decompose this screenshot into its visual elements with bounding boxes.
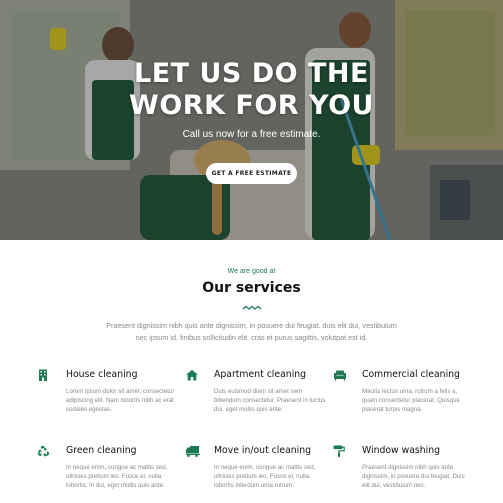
section-title: Our services [202, 280, 301, 296]
hero-title-line-2: WORK FOR YOU [129, 90, 374, 121]
section-pre-title: We are good at [227, 268, 276, 275]
service-description: In neque enim, congue ac mattis sed, ult… [214, 464, 316, 490]
hero-title-line-1: LET US DO THE [134, 58, 369, 89]
service-description: Duis euismod diam sit amet sem bibendum … [214, 388, 326, 414]
hero-subtitle: Call us now for a free estimate. [182, 129, 321, 140]
hero-banner: LET US DO THE WORK FOR YOU Call us now f… [0, 0, 503, 240]
truck-icon [186, 446, 200, 457]
service-description: Mauris lectus urna, rutrum a felis a, qu… [362, 388, 460, 414]
service-commercial-cleaning[interactable]: Commercial cleaning Mauris lectus urna, … [333, 369, 473, 419]
service-title: Commercial cleaning [362, 369, 460, 380]
hero-content: LET US DO THE WORK FOR YOU Call us now f… [0, 0, 503, 240]
service-window-washing[interactable]: Window washing Praesent dignissim nibh q… [333, 445, 473, 495]
recycle-icon [37, 446, 50, 457]
service-title: House cleaning [66, 369, 138, 380]
service-description: Lorem ipsum dolor sit amet, consectetur … [66, 388, 175, 414]
service-move-in-out-cleaning[interactable]: Move in/out cleaning In neque enim, cong… [185, 445, 325, 495]
service-description: In neque enim, congue ac mattis sed, ult… [66, 464, 168, 490]
service-green-cleaning[interactable]: Green cleaning In neque enim, congue ac … [37, 445, 177, 495]
home-icon [186, 369, 198, 381]
building-icon [39, 369, 47, 381]
service-title: Window washing [362, 445, 441, 456]
service-house-cleaning[interactable]: House cleaning Lorem ipsum dolor sit ame… [37, 369, 177, 419]
section-intro: Praesent dignissim nibh quis ante dignis… [106, 321, 397, 342]
service-title: Apartment cleaning [214, 369, 307, 380]
paint-roller-icon [333, 445, 345, 457]
service-title: Move in/out cleaning [214, 445, 312, 456]
squiggle-divider-icon [242, 305, 262, 310]
service-apartment-cleaning[interactable]: Apartment cleaning Duis euismod diam sit… [185, 369, 325, 419]
sofa-icon [334, 370, 346, 381]
hero-title: LET US DO THE WORK FOR YOU [0, 58, 503, 122]
free-estimate-button[interactable]: GET A FREE ESTIMATE [206, 163, 297, 184]
service-description: Praesent dignissim nibh quis ante dignis… [362, 464, 465, 490]
service-title: Green cleaning [66, 445, 137, 456]
